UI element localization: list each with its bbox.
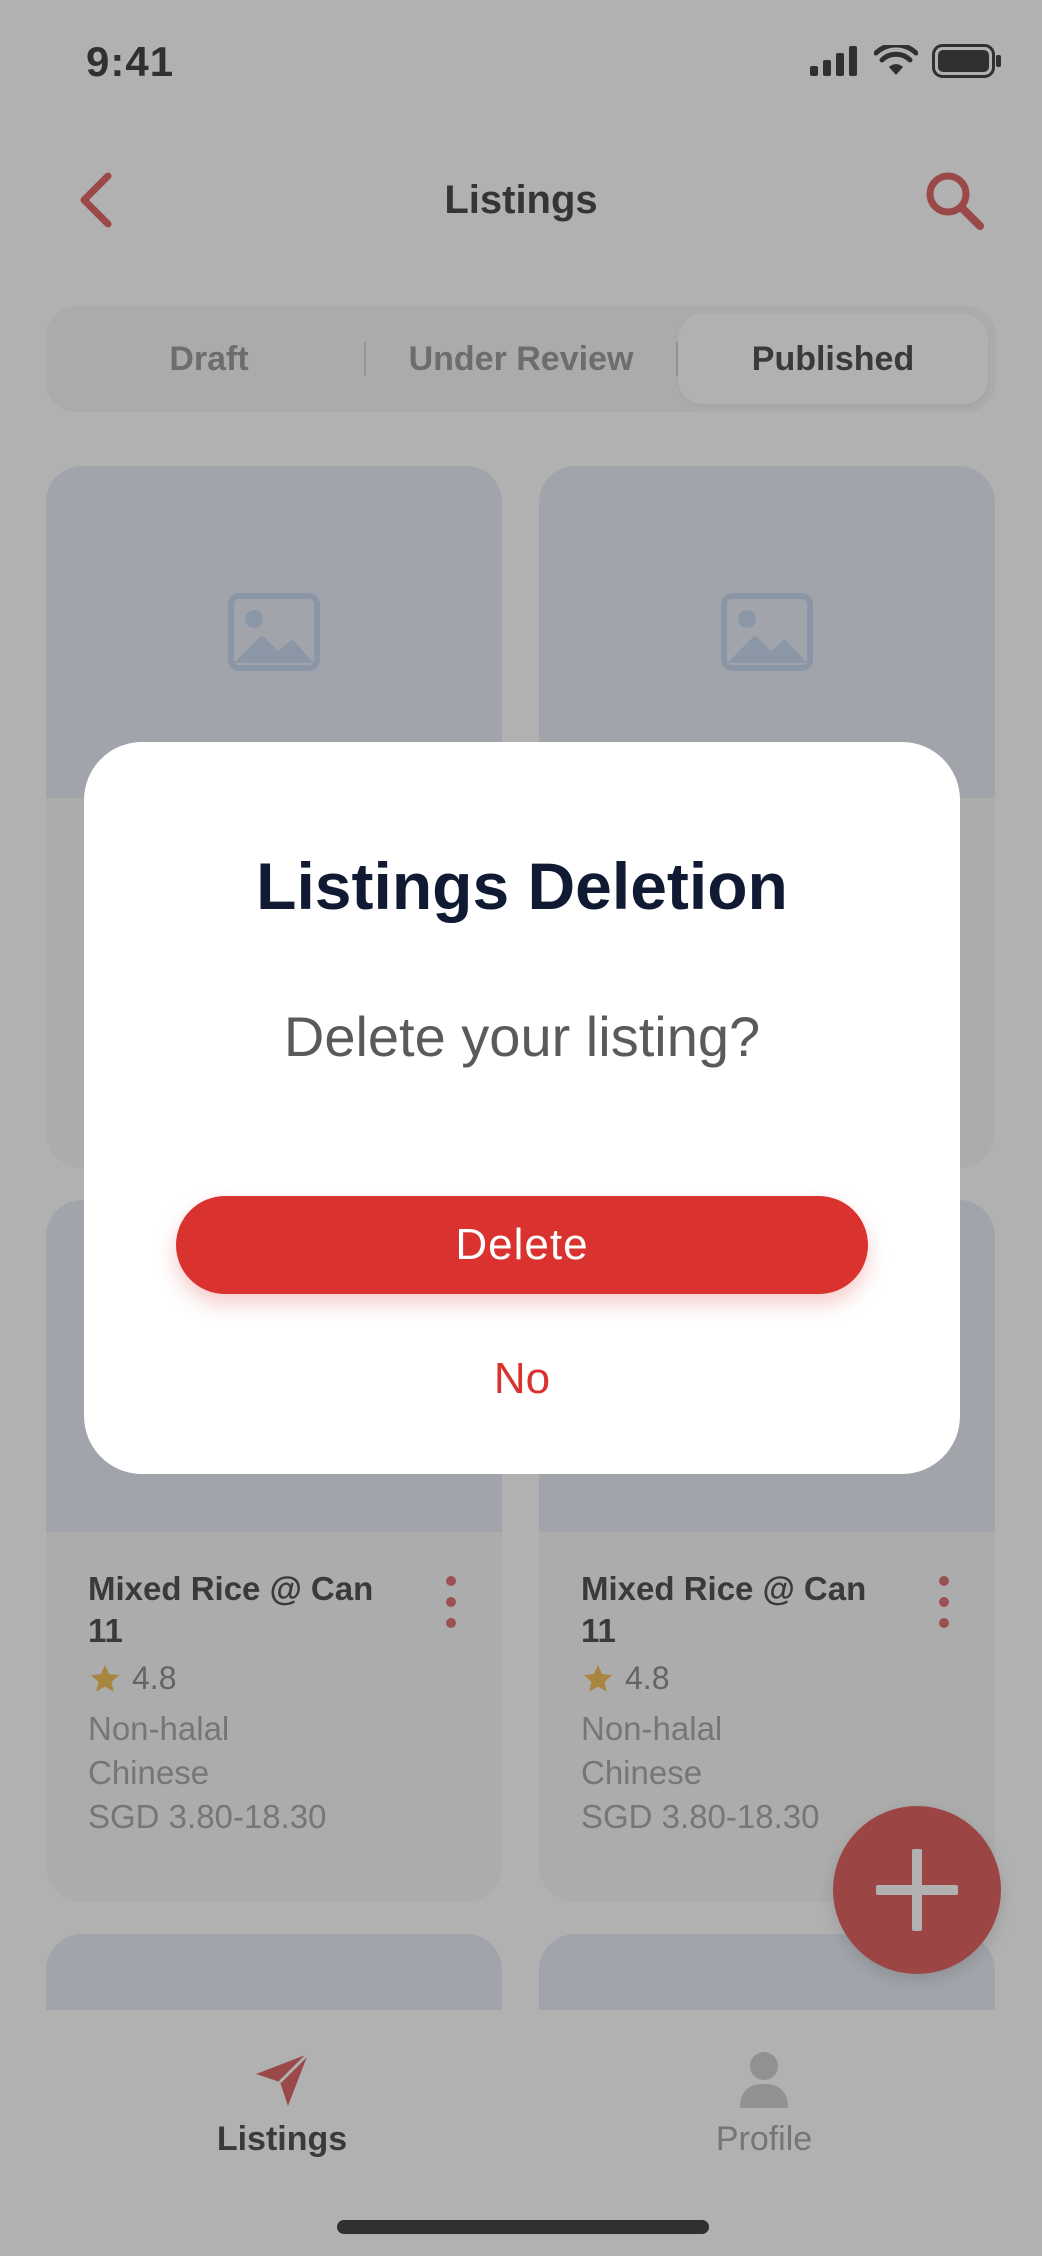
dialog-title: Listings Deletion	[256, 849, 788, 923]
listings-screen: 9:41 Listings Draft Under Review Publish…	[0, 0, 1042, 2256]
delete-confirmation-dialog: Listings Deletion Delete your listing? D…	[84, 742, 960, 1474]
delete-button[interactable]: Delete	[176, 1196, 868, 1294]
dialog-message: Delete your listing?	[283, 1005, 761, 1068]
no-button[interactable]: No	[84, 1354, 960, 1404]
